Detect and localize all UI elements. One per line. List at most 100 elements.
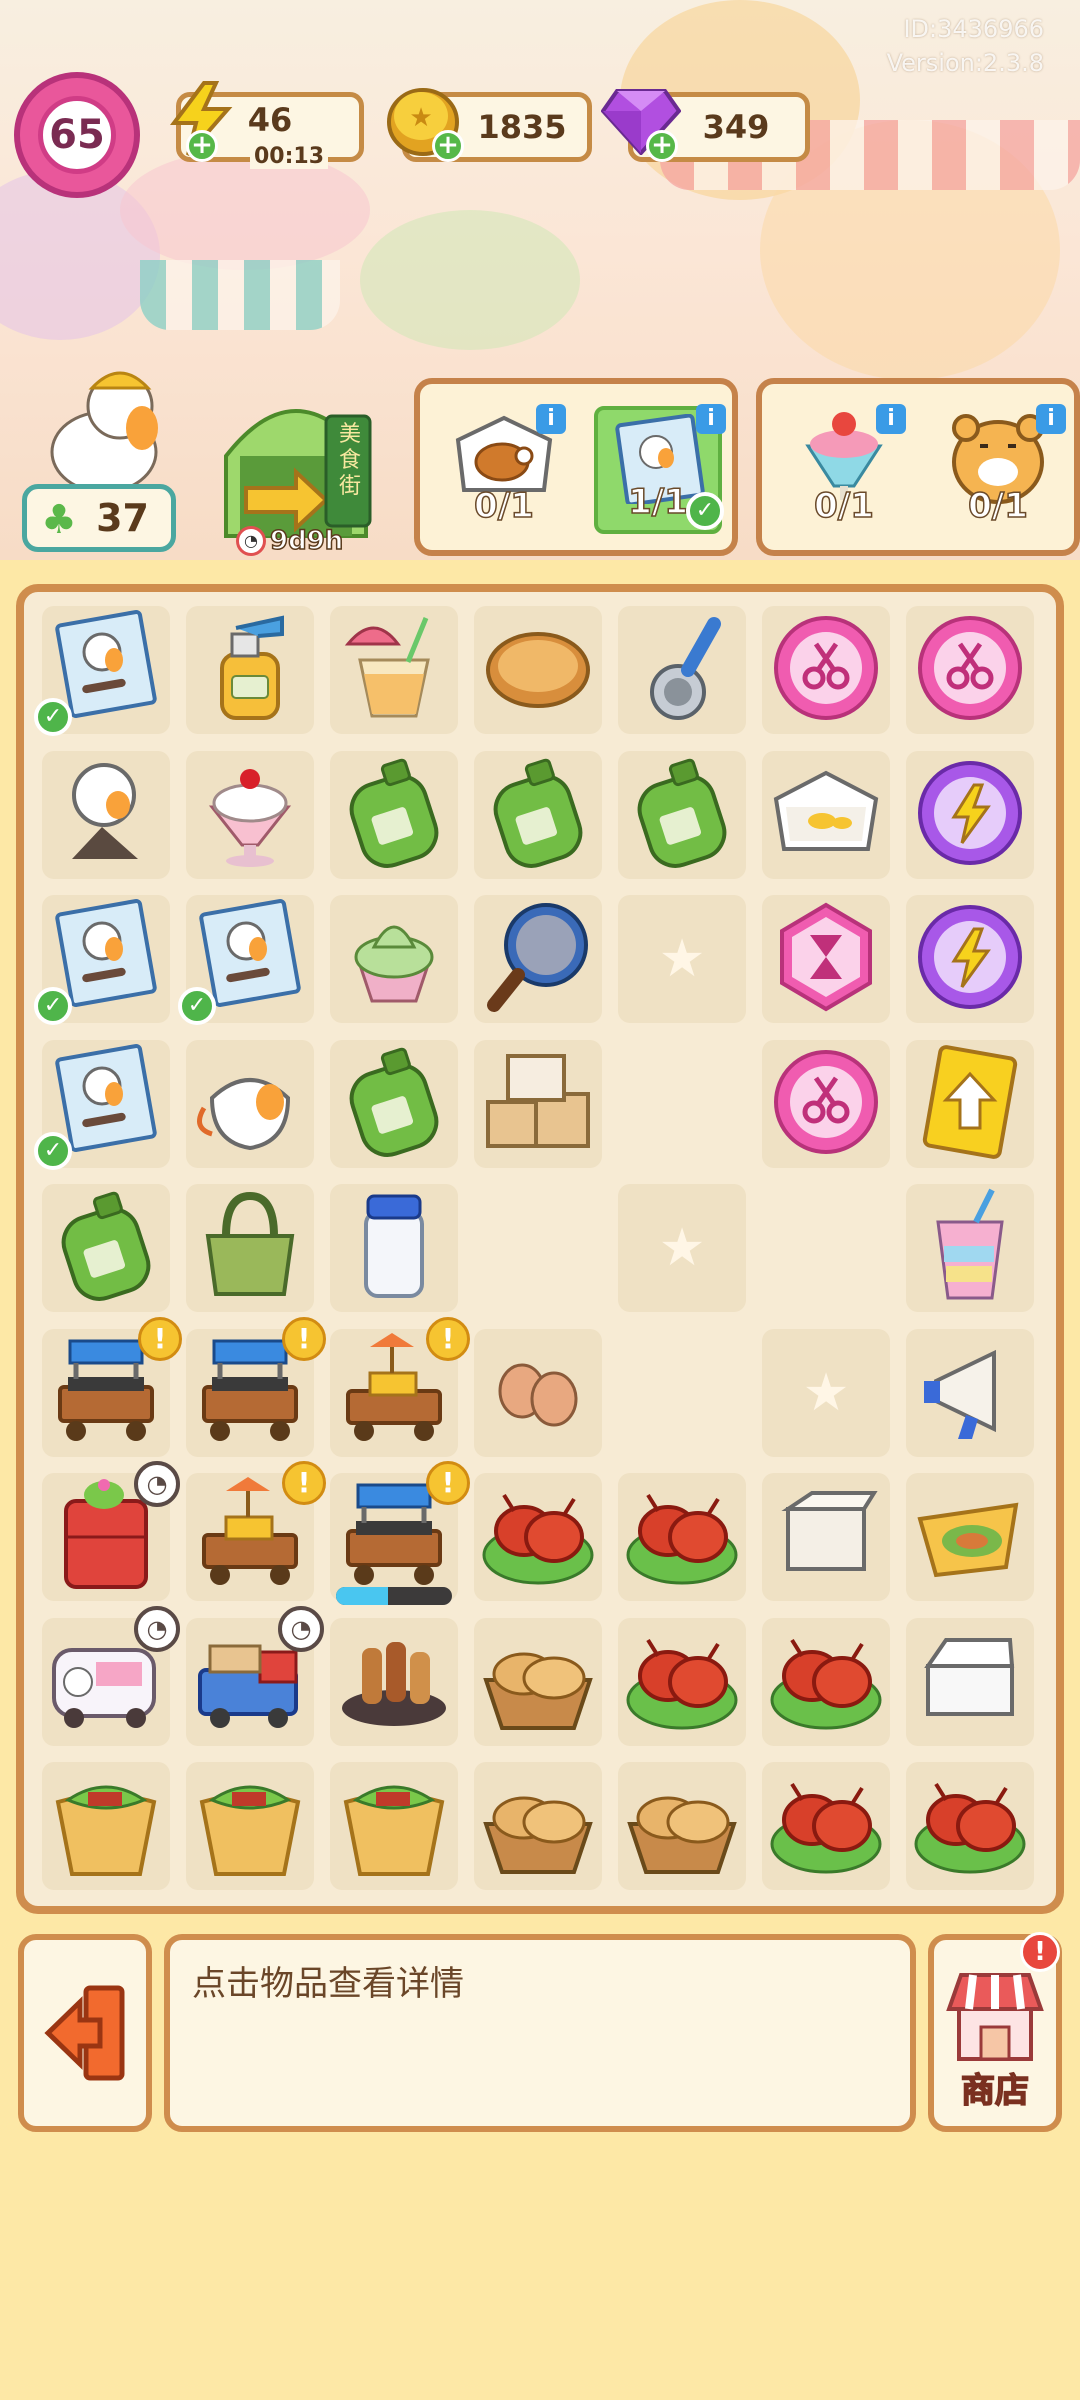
wrap-icon (186, 1760, 314, 1892)
cardboard-boxes-icon (474, 1038, 602, 1170)
board-cell[interactable] (906, 750, 1034, 879)
spray-bottle-icon (186, 604, 314, 736)
version-text: Version:2.3.8 (886, 49, 1044, 77)
crayfish-plate-icon (618, 1616, 746, 1748)
alert-badge: ! (138, 1316, 182, 1361)
board-cell[interactable] (906, 1328, 1034, 1457)
board-cell[interactable] (474, 1473, 602, 1601)
board-cell[interactable] (762, 1617, 890, 1746)
level-badge[interactable]: 65 (14, 72, 140, 198)
empty-slot[interactable] (762, 1328, 890, 1457)
board-cell[interactable] (186, 1039, 314, 1168)
gas-canister-icon (330, 749, 458, 881)
board-cell[interactable] (330, 1184, 458, 1312)
board-cell[interactable] (906, 1762, 1034, 1890)
complete-check-icon: ✓ (34, 1131, 72, 1170)
info-icon[interactable]: i (1036, 404, 1066, 434)
hint-panel: 点击物品查看详情 (164, 1934, 916, 2132)
umbrella-decoration (360, 210, 580, 350)
board-cell[interactable] (906, 1184, 1034, 1312)
order-2-slot-2-progress: 0/1 (967, 485, 1028, 527)
board-cell[interactable] (762, 1762, 890, 1890)
board-cell[interactable] (330, 895, 458, 1023)
info-icon[interactable]: i (876, 404, 906, 434)
board-cell[interactable] (186, 1184, 314, 1312)
gas-canister-icon (618, 749, 746, 881)
empty-cell (474, 1184, 602, 1312)
board-cell[interactable] (186, 1762, 314, 1890)
board-cell[interactable] (906, 895, 1034, 1023)
board-cell[interactable] (474, 1762, 602, 1890)
board-cell[interactable] (762, 750, 890, 879)
board-cell[interactable] (474, 749, 602, 881)
add-gems-button[interactable]: + (646, 130, 678, 162)
board-cell[interactable] (42, 750, 170, 879)
board-cell[interactable] (618, 1473, 746, 1601)
empty-slot[interactable] (618, 1184, 746, 1312)
board-cell[interactable] (762, 1039, 890, 1168)
exit-button[interactable] (18, 1934, 152, 2132)
board-cell[interactable] (474, 1038, 602, 1170)
exit-door-icon (44, 1985, 125, 2081)
board-cell[interactable] (618, 749, 746, 881)
board-cell[interactable] (42, 1184, 170, 1312)
board-cell[interactable] (42, 1762, 170, 1890)
crayfish-plate-icon (906, 1760, 1034, 1892)
board-cell[interactable] (330, 749, 458, 881)
hourglass-hex-icon (762, 893, 890, 1025)
board-cell[interactable] (906, 1473, 1034, 1601)
pie-icon (474, 604, 602, 736)
board-cell[interactable] (762, 1473, 890, 1601)
board-cell[interactable] (330, 1038, 458, 1170)
coins-value: 1835 (477, 108, 567, 146)
svg-text:★: ★ (409, 103, 432, 133)
board-cell[interactable] (330, 606, 458, 734)
board-cell[interactable] (474, 1328, 602, 1457)
gas-canister-icon (474, 749, 602, 881)
add-coins-button[interactable]: + (432, 130, 464, 162)
small-box-icon (762, 1471, 890, 1603)
board-cell[interactable] (906, 1617, 1034, 1746)
energy-value: 46 (247, 101, 293, 139)
board-cell[interactable] (618, 1616, 746, 1748)
gas-canister-icon (330, 1038, 458, 1170)
crayfish-plate-icon (618, 1471, 746, 1603)
add-energy-button[interactable]: + (186, 130, 218, 162)
board-cell[interactable] (906, 1038, 1034, 1170)
upgrade-card-icon (906, 1038, 1034, 1170)
info-icon[interactable]: i (696, 404, 726, 434)
scissors-orb-icon (906, 604, 1034, 736)
order-card-1[interactable]: 0/1 i 1/1 i ✓ (414, 378, 738, 556)
board-cell[interactable] (330, 1762, 458, 1890)
alert-badge: ! (282, 1461, 326, 1505)
board-cell[interactable] (474, 895, 602, 1023)
pancake-basket-icon (474, 1760, 602, 1892)
empty-slot[interactable] (618, 895, 746, 1023)
rainbow-drink-icon (906, 1182, 1034, 1314)
board-cell[interactable] (618, 1762, 746, 1890)
clover-counter[interactable]: ♣ 37 (22, 484, 176, 552)
frying-pan-icon (474, 893, 602, 1025)
blossom-decoration (120, 150, 370, 270)
info-icon[interactable]: i (536, 404, 566, 434)
clover-icon: ♣ (41, 497, 77, 543)
hint-text: 点击物品查看详情 (192, 1964, 464, 2004)
complete-check-icon: ✓ (178, 987, 216, 1025)
board-cell[interactable] (474, 1617, 602, 1746)
board-cell[interactable] (330, 1617, 458, 1746)
board-cell[interactable] (762, 895, 890, 1023)
board-cell[interactable] (618, 606, 746, 734)
complete-check-icon: ✓ (34, 987, 72, 1025)
shop-button[interactable]: 商店 ! (928, 1932, 1062, 2132)
board-cell[interactable] (186, 750, 314, 879)
board-cell[interactable] (186, 606, 314, 734)
board-cell[interactable] (474, 606, 602, 734)
wrap-icon (42, 1760, 170, 1892)
order-card-2[interactable]: 0/1 i 0/1 i (756, 378, 1080, 556)
board-cell[interactable] (762, 606, 890, 734)
order-2-slot-1-progress: 0/1 (813, 485, 874, 527)
duck-chef-avatar[interactable] (34, 362, 174, 494)
board-cell[interactable] (906, 606, 1034, 734)
level-value: 65 (38, 96, 116, 174)
crayfish-plate-icon (474, 1471, 602, 1603)
